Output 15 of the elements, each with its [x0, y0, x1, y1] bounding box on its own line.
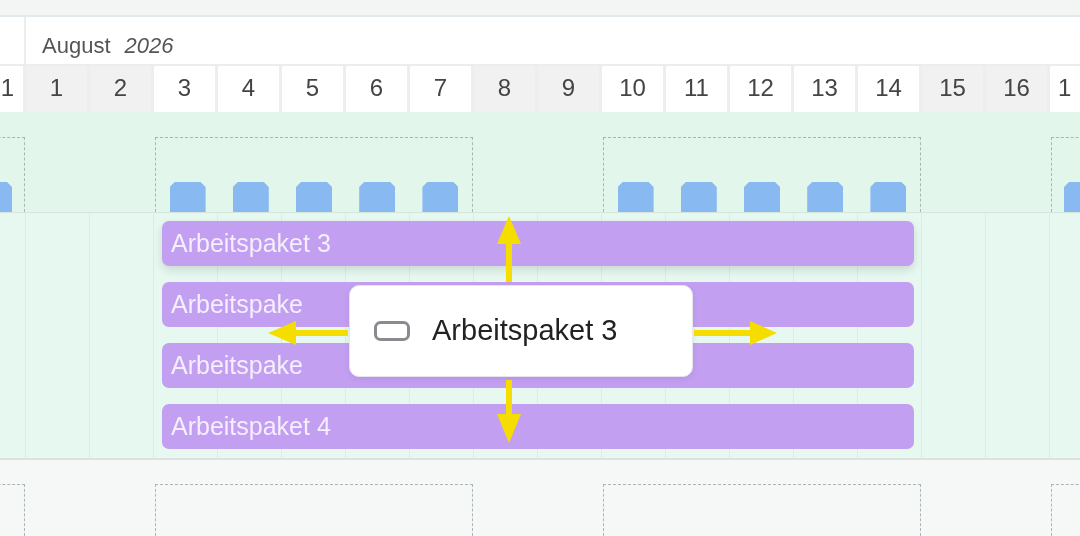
day-header: 1 — [0, 66, 26, 112]
month-label: August — [42, 32, 111, 60]
year-label: 2026 — [124, 32, 174, 60]
day-header: 12 — [730, 66, 794, 112]
day-header: 4 — [218, 66, 282, 112]
day-header: 7 — [410, 66, 474, 112]
day-header: 14 — [858, 66, 922, 112]
day-header: 3 — [154, 66, 218, 112]
day-header: 10 — [602, 66, 666, 112]
day-header: 11 — [666, 66, 730, 112]
day-header: 1 — [1050, 66, 1080, 112]
day-header: 13 — [794, 66, 858, 112]
day-header: 6 — [346, 66, 410, 112]
day-header: 5 — [282, 66, 346, 112]
preview-label: Arbeitspaket 3 — [432, 313, 618, 349]
